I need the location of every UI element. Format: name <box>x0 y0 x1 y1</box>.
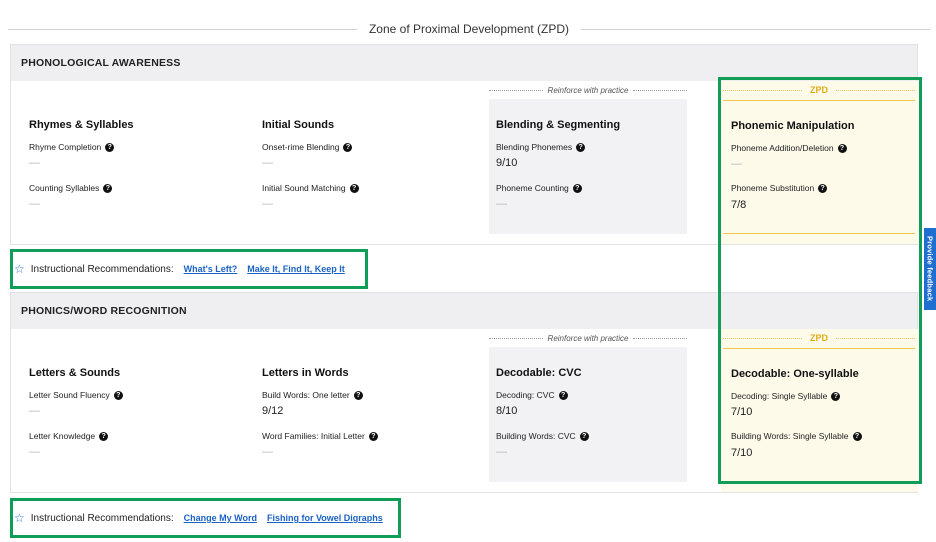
question-circle-icon[interactable]: ? <box>113 390 123 400</box>
column-title: Blending & Segmenting <box>496 119 621 131</box>
skill-name: Phoneme Counting? <box>496 183 582 193</box>
question-circle-icon[interactable]: ? <box>579 431 589 441</box>
skill-score: — <box>262 446 273 458</box>
zpd-header: Zone of Proximal Development (ZPD) <box>8 18 931 40</box>
skill-name: Onset-rime Blending? <box>262 142 353 152</box>
provide-feedback-tab[interactable]: Provide feedback <box>924 228 936 310</box>
skill-score: — <box>496 198 507 210</box>
skill-score: — <box>262 198 273 210</box>
section-title: PHONOLOGICAL AWARENESS <box>11 45 917 81</box>
skill-score: 9/12 <box>262 405 284 417</box>
question-circle-icon[interactable]: ? <box>572 183 582 193</box>
skill-column: Letters & Sounds Letter Sound Fluency? —… <box>29 329 249 492</box>
skill-score: — <box>29 198 40 210</box>
skill-column: Decodable: CVC Decoding: CVC? 8/10 Build… <box>496 329 686 492</box>
skill-name: Letter Knowledge? <box>29 431 109 441</box>
skill-name: Decoding: CVC? <box>496 390 568 400</box>
question-circle-icon[interactable]: ? <box>576 142 586 152</box>
question-circle-icon[interactable]: ? <box>99 431 109 441</box>
skill-name: Build Words: One letter? <box>262 390 363 400</box>
page-title: Zone of Proximal Development (ZPD) <box>368 22 570 36</box>
skill-score: — <box>29 446 40 458</box>
column-title: Letters in Words <box>262 367 349 379</box>
question-circle-icon[interactable]: ? <box>343 142 353 152</box>
question-circle-icon[interactable]: ? <box>105 142 115 152</box>
skill-column: Rhymes & Syllables Rhyme Completion? — C… <box>29 81 249 244</box>
column-title: Decodable: CVC <box>496 367 582 379</box>
zpd-highlight-box <box>718 77 922 484</box>
skill-name: Rhyme Completion? <box>29 142 115 152</box>
column-title: Letters & Sounds <box>29 367 121 379</box>
skill-name: Initial Sound Matching? <box>262 183 359 193</box>
skill-score: — <box>29 157 40 169</box>
question-circle-icon[interactable]: ? <box>349 183 359 193</box>
skill-name: Counting Syllables? <box>29 183 113 193</box>
skill-score: 9/10 <box>496 157 518 169</box>
skill-column: Initial Sounds Onset-rime Blending? — In… <box>262 81 482 244</box>
question-circle-icon[interactable]: ? <box>368 431 378 441</box>
question-circle-icon[interactable]: ? <box>103 183 113 193</box>
skill-name: Blending Phonemes? <box>496 142 586 152</box>
skill-score: — <box>262 157 273 169</box>
recommendations-highlight-box <box>10 249 368 289</box>
skill-name: Building Words: CVC? <box>496 431 589 441</box>
column-title: Initial Sounds <box>262 119 335 131</box>
question-circle-icon[interactable]: ? <box>353 390 363 400</box>
skill-score: 8/10 <box>496 405 518 417</box>
recommendations-highlight-box <box>10 498 401 538</box>
skill-name: Letter Sound Fluency? <box>29 390 123 400</box>
skill-name: Word Families: Initial Letter? <box>262 431 378 441</box>
skill-column: Blending & Segmenting Blending Phonemes?… <box>496 81 686 244</box>
skill-score: — <box>496 446 507 458</box>
divider <box>581 28 931 30</box>
skill-column: Letters in Words Build Words: One letter… <box>262 329 482 492</box>
question-circle-icon[interactable]: ? <box>558 390 568 400</box>
column-title: Rhymes & Syllables <box>29 119 134 131</box>
skill-score: — <box>29 405 40 417</box>
divider <box>8 28 357 30</box>
